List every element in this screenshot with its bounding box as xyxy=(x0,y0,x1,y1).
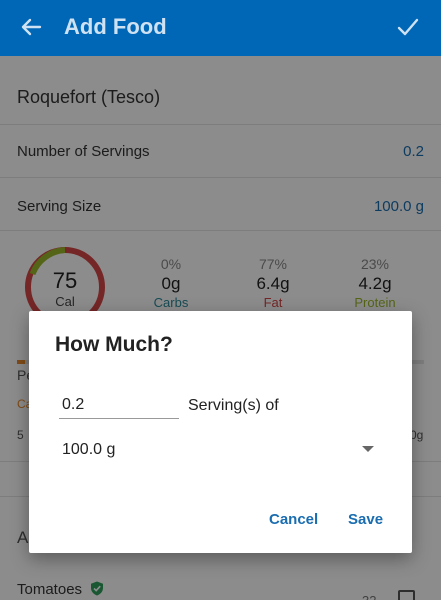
chevron-down-icon xyxy=(362,446,374,452)
serving-size-selected: 100.0 g xyxy=(62,441,116,458)
save-button[interactable]: Save xyxy=(348,511,383,528)
serving-size-select[interactable]: 100.0 g xyxy=(59,435,377,465)
how-much-dialog: How Much? Serving(s) of 100.0 g Cancel S… xyxy=(29,311,412,553)
check-icon[interactable] xyxy=(395,14,421,46)
app-bar: Add Food xyxy=(0,0,441,56)
cancel-button[interactable]: Cancel xyxy=(269,511,318,528)
arrow-left-icon[interactable] xyxy=(18,14,44,40)
dialog-title: How Much? xyxy=(55,333,173,356)
page-title: Add Food xyxy=(64,14,167,39)
quantity-input[interactable] xyxy=(59,391,179,419)
quantity-suffix: Serving(s) of xyxy=(188,397,279,414)
